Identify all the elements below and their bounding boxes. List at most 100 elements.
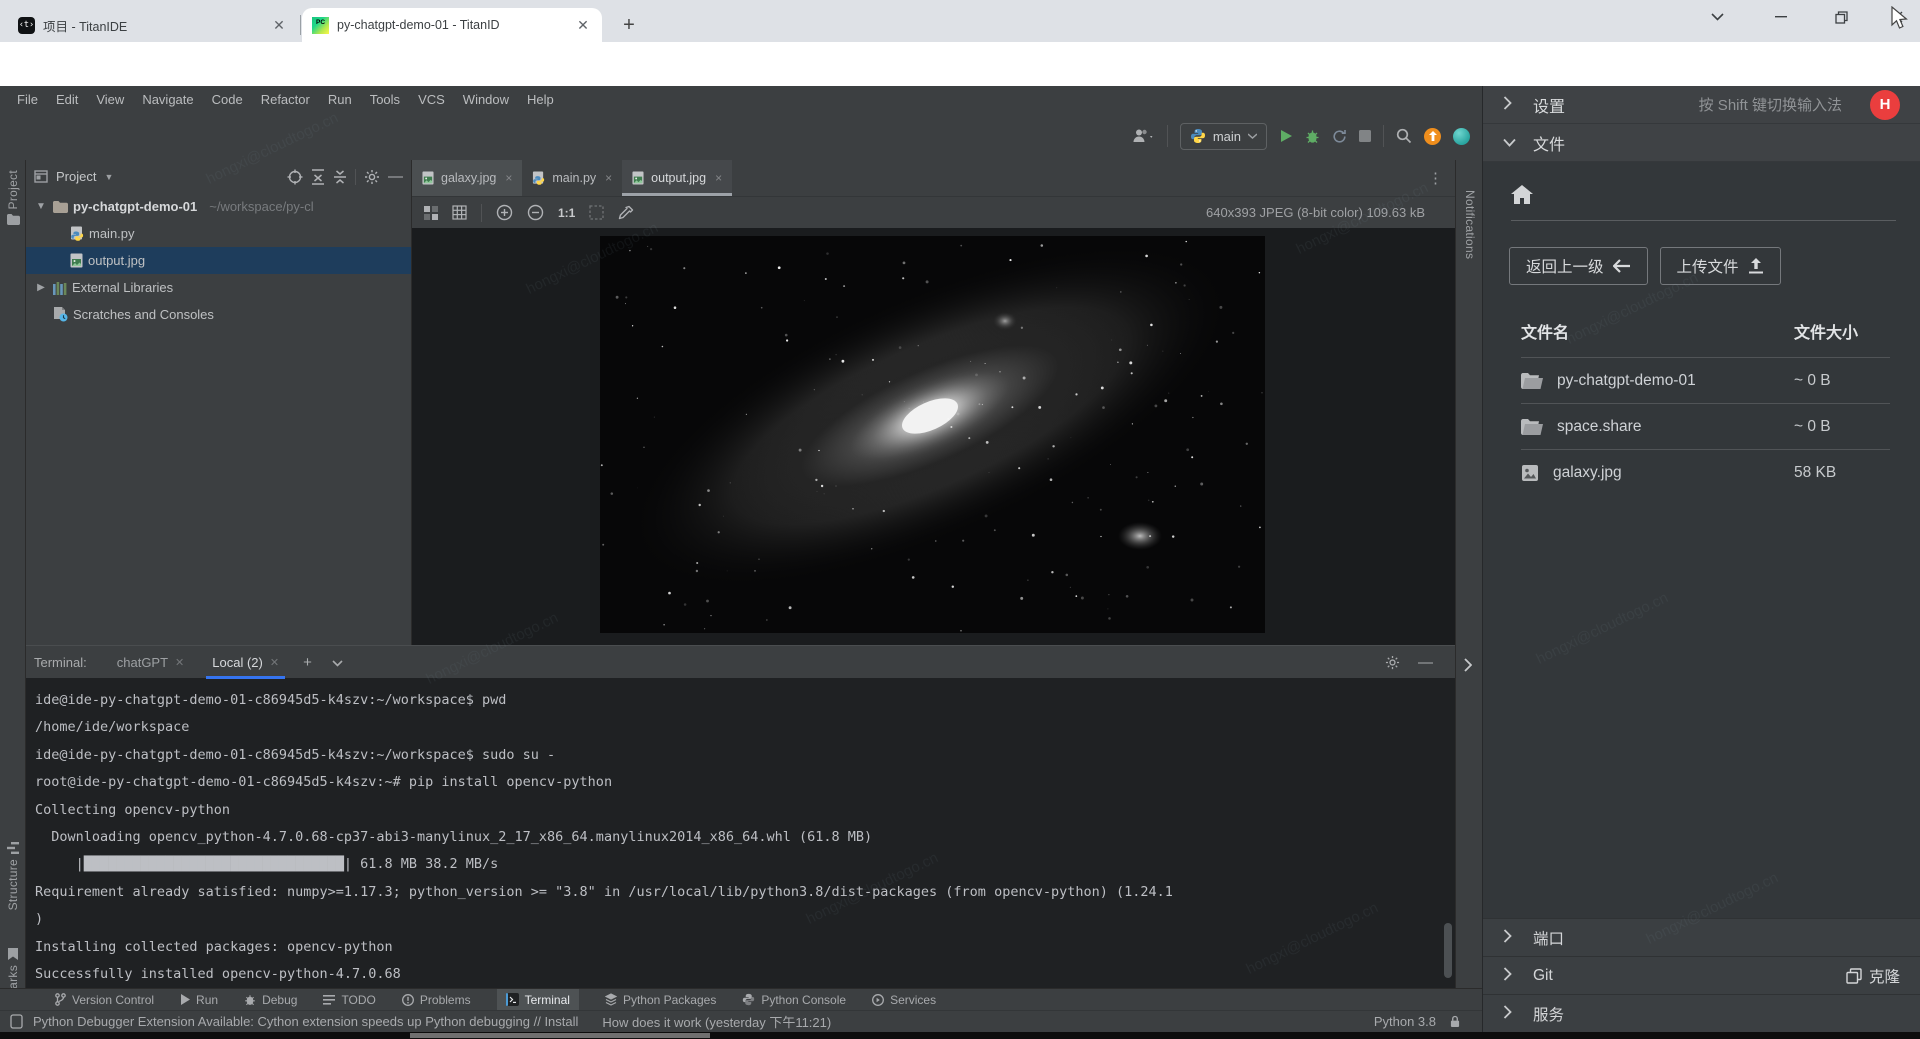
toolbtn-terminal[interactable]: Terminal — [497, 989, 579, 1011]
file-row-galaxy-jpg[interactable]: galaxy.jpg 58 KB — [1521, 449, 1890, 495]
tab-close-icon[interactable]: ✕ — [270, 16, 288, 34]
hide-panel-icon[interactable]: — — [388, 168, 403, 185]
browser-tab-projects[interactable]: ‹t› 项目 - TitanIDE ✕ — [8, 8, 298, 42]
git-section-header[interactable]: Git 克隆 — [1483, 956, 1920, 994]
stripe-notifications-label[interactable]: Notifications — [1463, 190, 1477, 259]
collapse-all-icon[interactable] — [333, 170, 347, 184]
git-clone-button[interactable]: 克隆 — [1846, 965, 1900, 987]
toolbtn-run[interactable]: Run — [180, 989, 218, 1011]
chevron-down-icon[interactable]: ▼ — [104, 172, 113, 182]
menu-tools[interactable]: Tools — [361, 92, 409, 107]
upload-file-button[interactable]: 上传文件 — [1660, 247, 1781, 285]
stripe-structure-button[interactable]: Structure — [0, 842, 26, 910]
tab-close-icon[interactable]: × — [715, 171, 722, 185]
menu-file[interactable]: File — [8, 92, 47, 107]
menu-help[interactable]: Help — [518, 92, 563, 107]
new-tab-button[interactable]: + — [615, 11, 643, 39]
home-icon[interactable] — [1511, 185, 1533, 204]
browser-tab-ide[interactable]: PC py-chatgpt-demo-01 - TitanID ✕ — [302, 8, 602, 42]
status-message[interactable]: Python Debugger Extension Available: Cyt… — [33, 1014, 578, 1029]
new-terminal-button[interactable]: + — [295, 654, 320, 671]
terminal-tab-local[interactable]: Local (2) ✕ — [200, 646, 291, 679]
tab-close-icon[interactable]: ✕ — [574, 16, 592, 34]
menu-run[interactable]: Run — [319, 92, 361, 107]
ports-section-header[interactable]: 端口 — [1483, 918, 1920, 956]
tree-row-main-py[interactable]: main.py — [26, 220, 411, 247]
status-orb-icon[interactable] — [1453, 128, 1470, 145]
tree-row-output-jpg[interactable]: output.jpg — [26, 247, 411, 274]
rerun-icon[interactable] — [1332, 129, 1347, 144]
debug-button[interactable] — [1305, 129, 1320, 144]
color-picker-icon[interactable] — [618, 205, 634, 221]
run-config-selector[interactable]: main — [1180, 123, 1267, 150]
menu-vcs[interactable]: VCS — [409, 92, 454, 107]
settings-section-header[interactable]: 设置 按 Shift 键切换输入法 H — [1483, 86, 1920, 124]
python-interpreter[interactable]: Python 3.8 — [1374, 1014, 1436, 1029]
tree-row-scratches[interactable]: Scratches and Consoles — [26, 301, 411, 328]
terminal-output[interactable]: ide@ide-py-chatgpt-demo-01-c86945d5-k4sz… — [26, 678, 1455, 988]
menu-navigate[interactable]: Navigate — [133, 92, 202, 107]
collaborators-icon[interactable] — [1131, 128, 1155, 144]
menu-refactor[interactable]: Refactor — [252, 92, 319, 107]
panel-expand-chevron[interactable] — [1464, 658, 1472, 677]
chevron-down-icon[interactable]: ▼ — [34, 201, 48, 212]
go-up-button[interactable]: 返回上一级 — [1509, 247, 1648, 285]
toolbtn-problems[interactable]: Problems — [402, 989, 471, 1011]
actual-size-button[interactable]: 1:1 — [558, 206, 575, 220]
tab-close-icon[interactable]: × — [605, 171, 612, 185]
terminal-settings-gear-icon[interactable] — [1385, 654, 1400, 671]
files-section-header[interactable]: 文件 — [1483, 124, 1920, 162]
tab-close-icon[interactable]: × — [505, 171, 512, 185]
terminal-tab-chatgpt[interactable]: chatGPT ✕ — [105, 646, 197, 679]
project-panel-title[interactable]: Project — [56, 169, 96, 184]
locate-file-icon[interactable] — [287, 169, 303, 185]
editor-tab-output-jpg[interactable]: output.jpg × — [622, 160, 732, 196]
event-log-icon[interactable] — [10, 1014, 23, 1029]
page-scrollbar-track[interactable] — [0, 1032, 1920, 1039]
stripe-project-button[interactable]: Project — [0, 170, 26, 225]
menu-view[interactable]: View — [87, 92, 133, 107]
menu-edit[interactable]: Edit — [47, 92, 87, 107]
terminal-scrollbar[interactable] — [1444, 923, 1452, 978]
settings-gear-icon[interactable] — [364, 169, 380, 185]
file-row-space-share[interactable]: space.share ~ 0 B — [1521, 403, 1890, 449]
stop-button[interactable] — [1359, 130, 1371, 142]
page-scrollbar-thumb[interactable] — [410, 1033, 710, 1038]
chevron-right-icon[interactable]: ▶ — [34, 282, 48, 293]
tree-row-project-root[interactable]: ▼ py-chatgpt-demo-01 ~/workspace/py-cl — [26, 193, 411, 220]
user-avatar[interactable]: H — [1870, 90, 1900, 120]
editor-tab-galaxy[interactable]: galaxy.jpg × — [412, 160, 522, 196]
editor-tab-main-py[interactable]: main.py × — [522, 160, 622, 196]
status-secondary[interactable]: How does it work (yesterday 下午11:21) — [602, 1012, 831, 1031]
tab-close-icon[interactable]: ✕ — [175, 656, 184, 669]
toolbtn-debug[interactable]: Debug — [244, 989, 297, 1011]
menu-window[interactable]: Window — [454, 92, 518, 107]
terminal-dropdown-icon[interactable] — [324, 654, 351, 671]
services-section-header[interactable]: 服务 — [1483, 994, 1920, 1032]
hide-terminal-icon[interactable]: — — [1418, 654, 1433, 671]
zoom-in-icon[interactable] — [496, 204, 513, 221]
expand-all-icon[interactable] — [311, 169, 325, 185]
toolbtn-python-packages[interactable]: Python Packages — [605, 989, 716, 1011]
toolbtn-services[interactable]: Services — [872, 989, 936, 1011]
tab-options-kebab-icon[interactable]: ⋮ — [1428, 169, 1455, 187]
pixel-grid-icon[interactable] — [452, 205, 467, 220]
image-canvas[interactable] — [412, 228, 1455, 645]
tab-close-icon[interactable]: ✕ — [270, 656, 279, 669]
menu-code[interactable]: Code — [203, 92, 252, 107]
toolbtn-todo[interactable]: TODO — [323, 989, 375, 1011]
fit-to-window-icon[interactable] — [589, 205, 604, 220]
run-button[interactable] — [1279, 129, 1293, 143]
write-lock-icon[interactable] — [1450, 1015, 1460, 1028]
tree-row-external-libraries[interactable]: ▶ External Libraries — [26, 274, 411, 301]
minimize-button[interactable] — [1758, 0, 1804, 34]
ide-update-icon[interactable] — [1424, 128, 1441, 145]
search-everywhere-icon[interactable] — [1396, 128, 1412, 144]
tab-search-icon[interactable] — [1694, 0, 1740, 34]
file-row-py-chatgpt-demo[interactable]: py-chatgpt-demo-01 ~ 0 B — [1521, 357, 1890, 403]
restore-button[interactable] — [1818, 0, 1864, 34]
toolbtn-version-control[interactable]: Version Control — [55, 989, 154, 1011]
toolbtn-python-console[interactable]: Python Console — [742, 989, 846, 1011]
transparency-checkerboard-icon[interactable] — [424, 206, 438, 220]
zoom-out-icon[interactable] — [527, 204, 544, 221]
